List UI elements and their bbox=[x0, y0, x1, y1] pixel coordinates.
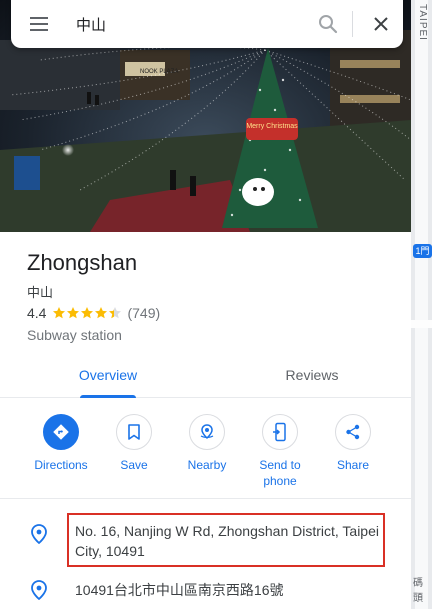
map-strip[interactable]: TAIPEI 1門 碼頭 bbox=[411, 0, 432, 609]
rating-value: 4.4 bbox=[27, 305, 47, 321]
tab-overview[interactable]: Overview bbox=[62, 360, 154, 398]
section-divider bbox=[0, 498, 411, 499]
address-english[interactable]: No. 16, Nanjing W Rd, Zhongshan District… bbox=[75, 521, 380, 561]
directions-button[interactable]: Directions bbox=[25, 414, 97, 473]
action-label: Save bbox=[120, 458, 148, 472]
phone-icon bbox=[262, 414, 298, 450]
search-icon[interactable] bbox=[308, 0, 348, 48]
place-panel: Zhongshan 中山 4.4 (749) Subway station Ov… bbox=[0, 232, 411, 609]
menu-icon[interactable] bbox=[11, 0, 67, 48]
share-icon bbox=[335, 414, 371, 450]
place-title: Zhongshan bbox=[27, 250, 138, 275]
star-icon bbox=[67, 307, 80, 319]
share-button[interactable]: Share bbox=[317, 414, 389, 473]
map-corner-label: 碼頭 bbox=[413, 578, 423, 604]
action-label: Share bbox=[336, 458, 370, 472]
star-icon bbox=[53, 307, 66, 319]
tab-label: Overview bbox=[78, 367, 138, 383]
tab-reviews[interactable]: Reviews bbox=[266, 360, 358, 398]
action-label: Directions bbox=[34, 458, 88, 472]
star-icon bbox=[81, 307, 94, 319]
star-rating bbox=[52, 306, 122, 320]
location-pin-icon bbox=[31, 524, 47, 544]
send-to-phone-button[interactable]: Send to phone bbox=[244, 414, 316, 489]
tab-label: Reviews bbox=[285, 367, 339, 383]
place-native-name: 中山 bbox=[27, 285, 54, 300]
location-pin-icon bbox=[31, 580, 47, 600]
nearby-icon bbox=[189, 414, 225, 450]
action-label: Send to phone bbox=[259, 458, 301, 488]
nearby-button[interactable]: Nearby bbox=[171, 414, 243, 473]
star-icon bbox=[95, 307, 108, 319]
map-road bbox=[415, 0, 428, 609]
rating-row[interactable]: 4.4 (749) bbox=[27, 305, 160, 321]
tab-active-indicator bbox=[80, 395, 136, 398]
search-divider bbox=[352, 11, 353, 37]
place-category[interactable]: Subway station bbox=[27, 327, 122, 343]
bookmark-icon bbox=[116, 414, 152, 450]
save-button[interactable]: Save bbox=[98, 414, 170, 473]
tab-bar: Overview Reviews bbox=[0, 360, 411, 398]
close-icon[interactable] bbox=[361, 0, 401, 48]
search-input[interactable]: 中山 bbox=[67, 14, 308, 35]
action-row: Directions Save Nearby Send to phone Sha… bbox=[0, 414, 411, 494]
search-bar[interactable]: 中山 bbox=[11, 0, 403, 48]
address-chinese[interactable]: 10491台北市中山區南京西路16號 bbox=[75, 580, 284, 600]
photo-tree-sign: Merry Christmas bbox=[246, 123, 298, 130]
action-label: Nearby bbox=[187, 458, 227, 472]
directions-icon bbox=[43, 414, 79, 450]
map-street-label: TAIPEI bbox=[417, 4, 428, 41]
map-road bbox=[411, 320, 432, 328]
map-station-badge[interactable]: 1門 bbox=[413, 244, 432, 258]
star-icon bbox=[109, 307, 122, 319]
review-count[interactable]: (749) bbox=[127, 305, 160, 321]
